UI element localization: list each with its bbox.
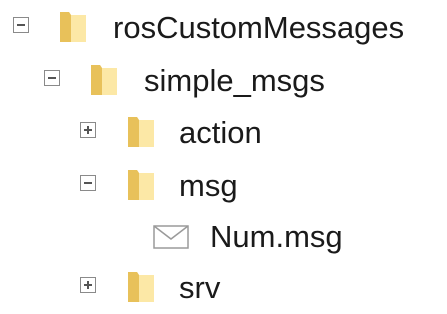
tree-node-label: action [179, 115, 262, 150]
tree-node-msg[interactable]: msg [0, 160, 447, 212]
tree-node-label: msg [179, 168, 238, 203]
envelope-file-icon [152, 223, 190, 251]
tree-node-label: Num.msg [210, 219, 343, 254]
tree-node-label: rosCustomMessages [113, 10, 405, 45]
collapse-toggle-icon[interactable] [44, 70, 60, 86]
tree-node-action[interactable]: action [0, 107, 447, 159]
folder-icon [126, 115, 156, 149]
file-tree: rosCustomMessages simple_msgs action msg… [0, 0, 447, 306]
expand-toggle-icon[interactable] [80, 122, 96, 138]
tree-node-num-msg[interactable]: Num.msg [0, 211, 447, 263]
tree-node-simple-msgs[interactable]: simple_msgs [0, 55, 447, 107]
tree-node-roscustommessages[interactable]: rosCustomMessages [0, 2, 447, 54]
collapse-toggle-icon[interactable] [13, 17, 29, 33]
folder-icon [89, 63, 119, 97]
expand-toggle-icon[interactable] [80, 277, 96, 293]
tree-node-label: srv [179, 270, 221, 305]
folder-icon [58, 10, 88, 44]
tree-node-srv[interactable]: srv [0, 262, 447, 314]
folder-icon [126, 270, 156, 304]
tree-node-label: simple_msgs [144, 63, 325, 98]
folder-icon [126, 168, 156, 202]
collapse-toggle-icon[interactable] [80, 175, 96, 191]
